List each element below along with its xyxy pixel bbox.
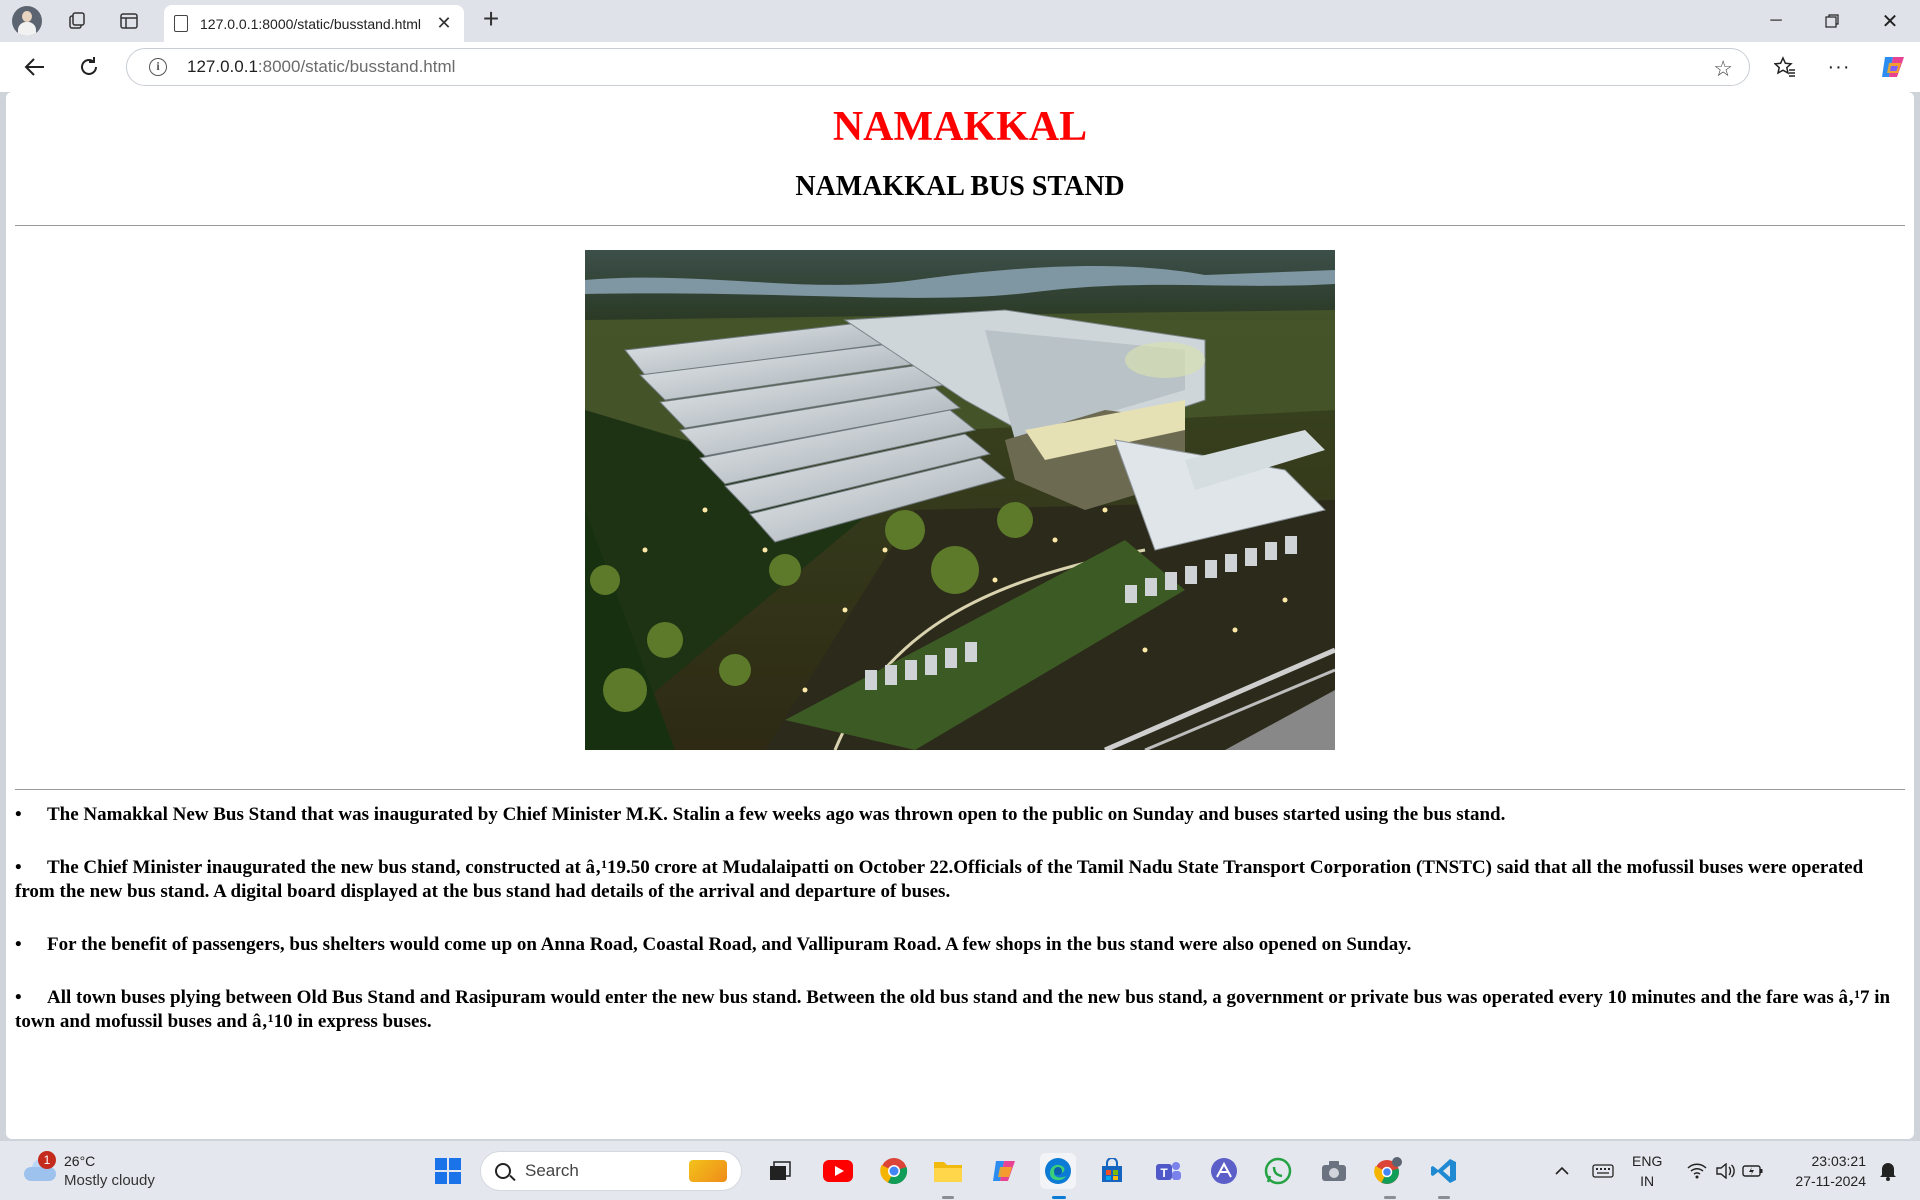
bus-terminal-image [585,250,1335,750]
news-bullet-list: • The Namakkal New Bus Stand that was ina… [15,803,1905,1034]
bullet-icon: • [15,804,22,825]
list-item: • For the benefit of passengers, bus shel… [15,933,1905,957]
address-bar[interactable]: i 127.0.0.1:8000/static/busstand.html ☆ [126,48,1750,86]
divider-top [15,225,1905,226]
title-bar: 127.0.0.1:8000/static/busstand.html ✕ + … [0,0,1920,42]
task-view-icon[interactable] [762,1153,798,1189]
file-explorer-icon[interactable] [930,1153,966,1189]
edge-icon[interactable] [1040,1153,1076,1189]
page-viewport: NAMAKKAL NAMAKKAL BUS STAND • The Namakk… [6,92,1914,1139]
battery-icon[interactable] [1740,1141,1766,1200]
close-window-button[interactable]: ✕ [1862,0,1918,42]
region-code: IN [1640,1173,1655,1189]
info-icon[interactable]: i [149,58,167,76]
taskbar-search[interactable]: Search [480,1151,742,1191]
language-indicator[interactable]: ENG IN [1632,1151,1662,1191]
chrome-profile-icon[interactable] [1370,1153,1406,1189]
search-highlight-icon [689,1160,727,1182]
clock-date: 27-11-2024 [1795,1173,1866,1189]
taskbar: 1 26°C Mostly cloudy Search T ENG IN 23:… [0,1140,1920,1200]
profile-avatar[interactable] [12,6,42,36]
whatsapp-icon[interactable] [1260,1153,1296,1189]
favorite-star-icon[interactable]: ☆ [1713,56,1733,82]
clock-time: 23:03:21 [1811,1153,1867,1169]
chrome-icon[interactable] [876,1153,912,1189]
page-icon [174,15,188,32]
system-clock[interactable]: 23:03:21 27-11-2024 [1795,1151,1866,1191]
search-label: Search [525,1161,579,1180]
back-icon[interactable] [18,51,52,83]
weather-condition: Mostly cloudy [64,1172,155,1189]
tab-actions-icon[interactable] [112,6,146,36]
favorites-icon[interactable] [1768,51,1802,83]
weather-temp: 26°C [64,1153,96,1169]
list-item: • The Namakkal New Bus Stand that was ina… [15,803,1905,827]
url-text[interactable]: 127.0.0.1:8000/static/busstand.html [187,57,455,77]
bullet-text: For the benefit of passengers, bus shelt… [47,934,1412,955]
bullet-text: The Chief Minister inaugurated the new b… [15,857,1864,902]
list-item: • All town buses plying between Old Bus S… [15,986,1905,1034]
svg-text:T: T [1160,1166,1168,1180]
bullet-text: The Namakkal New Bus Stand that was inau… [47,804,1506,825]
keyboard-icon[interactable] [1588,1141,1618,1200]
youtube-icon[interactable] [820,1153,856,1189]
page-heading: NAMAKKAL BUS STAND [795,171,1125,202]
bullet-icon: • [15,987,22,1008]
list-item: • The Chief Minister inaugurated the new … [15,856,1905,904]
copilot-app-icon[interactable] [986,1153,1022,1189]
language-code: ENG [1632,1153,1663,1169]
chevron-up-icon[interactable] [1548,1141,1576,1200]
bullet-icon: • [15,857,22,878]
weather-badge: 1 [38,1151,56,1169]
bullet-icon: • [15,934,22,955]
wifi-icon[interactable] [1684,1141,1710,1200]
teams-icon[interactable]: T [1150,1153,1186,1189]
vscode-icon[interactable] [1426,1153,1462,1189]
tab-title: 127.0.0.1:8000/static/busstand.html [200,15,422,32]
search-icon [495,1163,511,1179]
store-icon[interactable] [1094,1153,1130,1189]
city-title: NAMAKKAL [832,104,1088,150]
page-content: NAMAKKAL NAMAKKAL BUS STAND • The Namakk… [6,102,1914,1034]
workspaces-icon[interactable] [60,6,94,36]
photo-container [15,250,1905,750]
copilot-icon[interactable] [1876,51,1910,83]
divider-bottom [15,789,1905,790]
notification-bell-icon[interactable] [1874,1141,1902,1200]
close-tab-icon[interactable]: ✕ [434,13,454,34]
more-icon[interactable]: ··· [1822,51,1856,83]
minimize-button[interactable]: ─ [1748,0,1804,42]
weather-widget[interactable]: 1 26°C Mostly cloudy [20,1149,200,1193]
navigation-bar: i 127.0.0.1:8000/static/busstand.html ☆ … [0,42,1920,92]
app-icon[interactable] [1206,1153,1242,1189]
bullet-text: All town buses plying between Old Bus St… [15,987,1891,1032]
camera-icon[interactable] [1316,1153,1352,1189]
windows-start-icon[interactable] [430,1153,466,1189]
reload-icon[interactable] [72,51,106,83]
new-tab-button[interactable]: + [476,5,506,35]
browser-tab[interactable]: 127.0.0.1:8000/static/busstand.html ✕ [164,5,464,42]
volume-icon[interactable] [1712,1141,1738,1200]
restore-button[interactable] [1804,0,1860,42]
